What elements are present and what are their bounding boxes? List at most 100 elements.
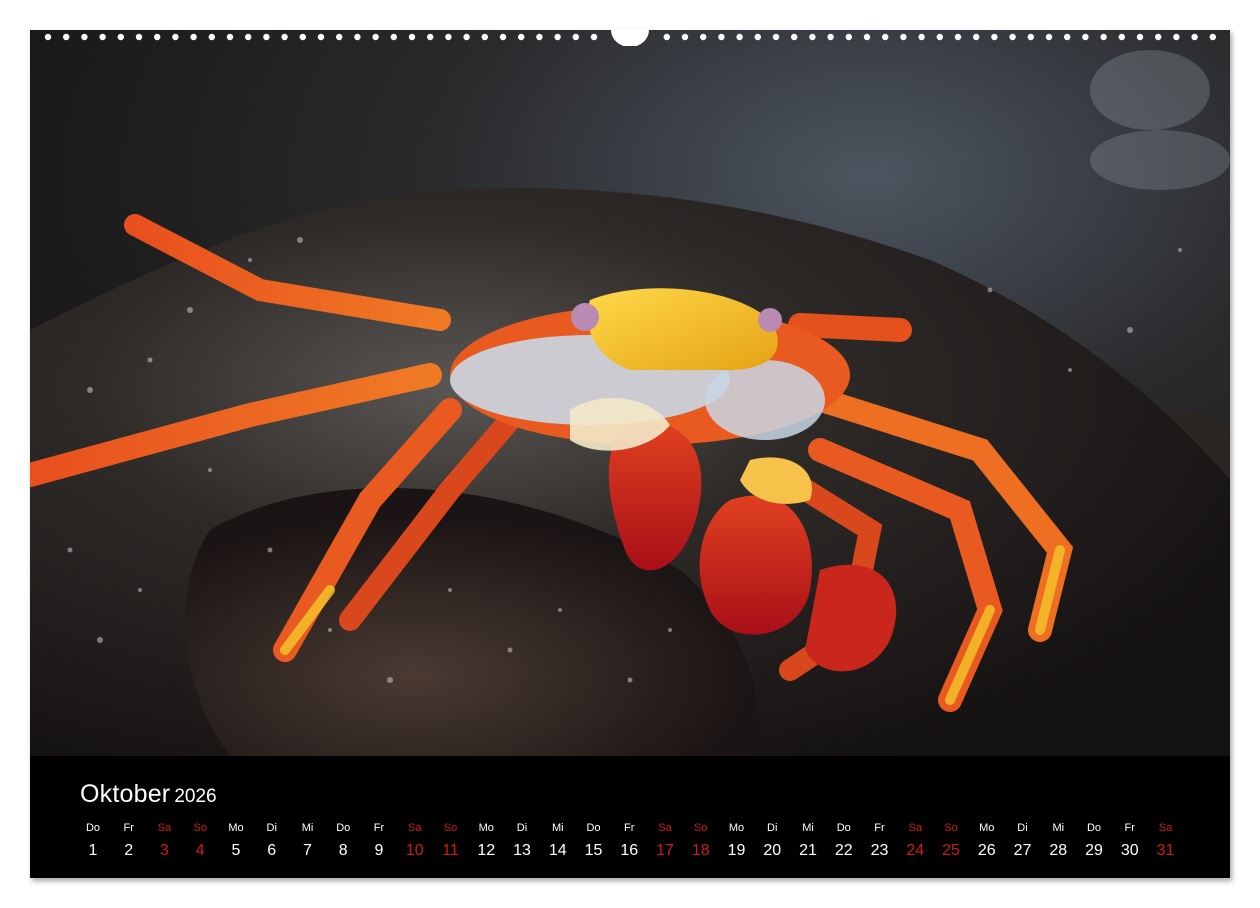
day-number: 31 [1156, 842, 1175, 859]
day-cell: Sa 31 [1148, 820, 1184, 860]
calendar-page: Oktober 2026 Do 1 Fr 2 Sa 3 So 4 Mo 5 Di 6 Mi 7 Do 8 Fr 9 S… [30, 30, 1230, 878]
day-cell: Di 6 [254, 820, 290, 860]
weekday-label: Mi [1052, 822, 1065, 834]
weekday-label: Mi [301, 822, 314, 834]
day-cell: So 18 [683, 820, 719, 860]
day-cell: Fr 23 [862, 820, 898, 860]
day-cell: Fr 30 [1112, 820, 1148, 860]
day-number: 8 [338, 842, 348, 859]
day-cell: Do 1 [75, 820, 111, 860]
day-number: 29 [1085, 842, 1103, 859]
weekday-label: Sa [408, 822, 422, 834]
weekday-label: Fr [123, 822, 134, 834]
day-number: 26 [977, 842, 996, 859]
weekday-label: Fr [1124, 822, 1135, 834]
day-number: 3 [160, 842, 169, 859]
day-cell: Di 13 [504, 820, 540, 860]
day-cell: Sa 10 [397, 820, 433, 860]
weekday-label: Do [85, 822, 101, 834]
day-cell: Di 27 [1005, 820, 1041, 860]
weekday-label: Sa [658, 822, 672, 834]
day-number: 4 [195, 842, 205, 859]
crab-on-rock-image [30, 30, 1230, 756]
weekday-label: Di [1017, 822, 1028, 834]
day-cell: Do 8 [325, 820, 361, 860]
day-number: 7 [303, 842, 312, 859]
day-number: 28 [1049, 842, 1068, 859]
day-cell: Do 29 [1076, 820, 1112, 860]
day-grid: Do 1 Fr 2 Sa 3 So 4 Mo 5 Di 6 Mi 7 Do 8 Fr 9 Sa 10 So 11 Mo 12 D… [75, 820, 1215, 870]
day-number: 14 [548, 842, 567, 859]
day-number: 16 [620, 842, 639, 859]
weekday-label: Sa [1158, 822, 1173, 834]
day-number: 5 [231, 842, 241, 859]
day-cell: So 11 [433, 820, 469, 860]
calendar-band: Oktober 2026 Do 1 Fr 2 Sa 3 So 4 Mo 5 Di 6 Mi 7 Do 8 Fr 9 S… [30, 756, 1230, 878]
weekday-label: So [193, 822, 207, 834]
crab-photo [30, 30, 1230, 756]
day-cell: Mi 14 [540, 820, 576, 860]
day-cell: Sa 3 [147, 820, 183, 860]
day-number: 25 [942, 842, 960, 859]
day-number: 17 [656, 842, 674, 859]
day-cell: Mo 26 [969, 820, 1005, 860]
weekday-label: Fr [874, 822, 885, 834]
day-cell: Fr 9 [361, 820, 397, 860]
day-number: 22 [834, 842, 853, 859]
day-number: 10 [405, 842, 424, 859]
day-cell: Do 22 [826, 820, 862, 860]
day-cell: Mi 21 [790, 820, 826, 860]
weekday-label: Mo [979, 822, 995, 834]
day-cell: Do 15 [576, 820, 612, 860]
month-name: Oktober [80, 780, 171, 808]
day-cell: Di 20 [754, 820, 790, 860]
weekday-label: Sa [908, 822, 922, 834]
weekday-label: So [443, 822, 458, 834]
weekday-label: Mi [551, 822, 564, 834]
day-number: 21 [799, 842, 817, 859]
day-number: 18 [691, 842, 710, 859]
day-number: 30 [1120, 842, 1139, 859]
day-cell: Mi 28 [1040, 820, 1076, 860]
weekday-label: Di [767, 822, 778, 834]
weekday-label: Mi [802, 822, 814, 834]
weekday-label: Sa [157, 822, 172, 834]
weekday-label: Mo [228, 822, 244, 834]
day-cell: Sa 17 [647, 820, 683, 860]
weekday-label: Fr [624, 822, 635, 834]
day-cell: So 4 [182, 820, 218, 860]
day-number: 1 [88, 842, 98, 859]
day-number: 27 [1013, 842, 1032, 859]
weekday-label: Mo [478, 822, 494, 834]
day-cell: Mi 7 [290, 820, 326, 860]
day-number: 2 [124, 842, 134, 859]
day-number: 9 [374, 842, 384, 859]
day-number: 20 [763, 842, 782, 859]
day-cell: Fr 2 [111, 820, 147, 860]
weekday-label: Di [516, 822, 528, 834]
day-number: 13 [513, 842, 531, 859]
day-cell: Mo 5 [218, 820, 254, 860]
weekday-label: So [944, 822, 958, 834]
day-cell: Sa 24 [897, 820, 933, 860]
weekday-label: Mo [728, 822, 745, 834]
day-number: 24 [906, 842, 925, 859]
day-number: 19 [727, 842, 746, 859]
month-title: Oktober 2026 [80, 780, 217, 809]
weekday-label: Do [1086, 822, 1102, 834]
weekday-label: Di [266, 822, 277, 834]
weekday-label: Do [836, 822, 851, 834]
weekday-label: Do [336, 822, 351, 834]
day-number: 23 [870, 842, 889, 859]
year: 2026 [174, 786, 217, 807]
day-number: 12 [477, 842, 496, 859]
day-number: 15 [584, 842, 603, 859]
day-cell: Fr 16 [611, 820, 647, 860]
day-cell: So 25 [933, 820, 969, 860]
day-cell: Mo 12 [468, 820, 504, 860]
day-number: 6 [267, 842, 277, 859]
weekday-label: Fr [373, 822, 385, 834]
day-cell: Mo 19 [719, 820, 755, 860]
weekday-label: Do [586, 822, 601, 834]
weekday-label: So [694, 822, 708, 834]
